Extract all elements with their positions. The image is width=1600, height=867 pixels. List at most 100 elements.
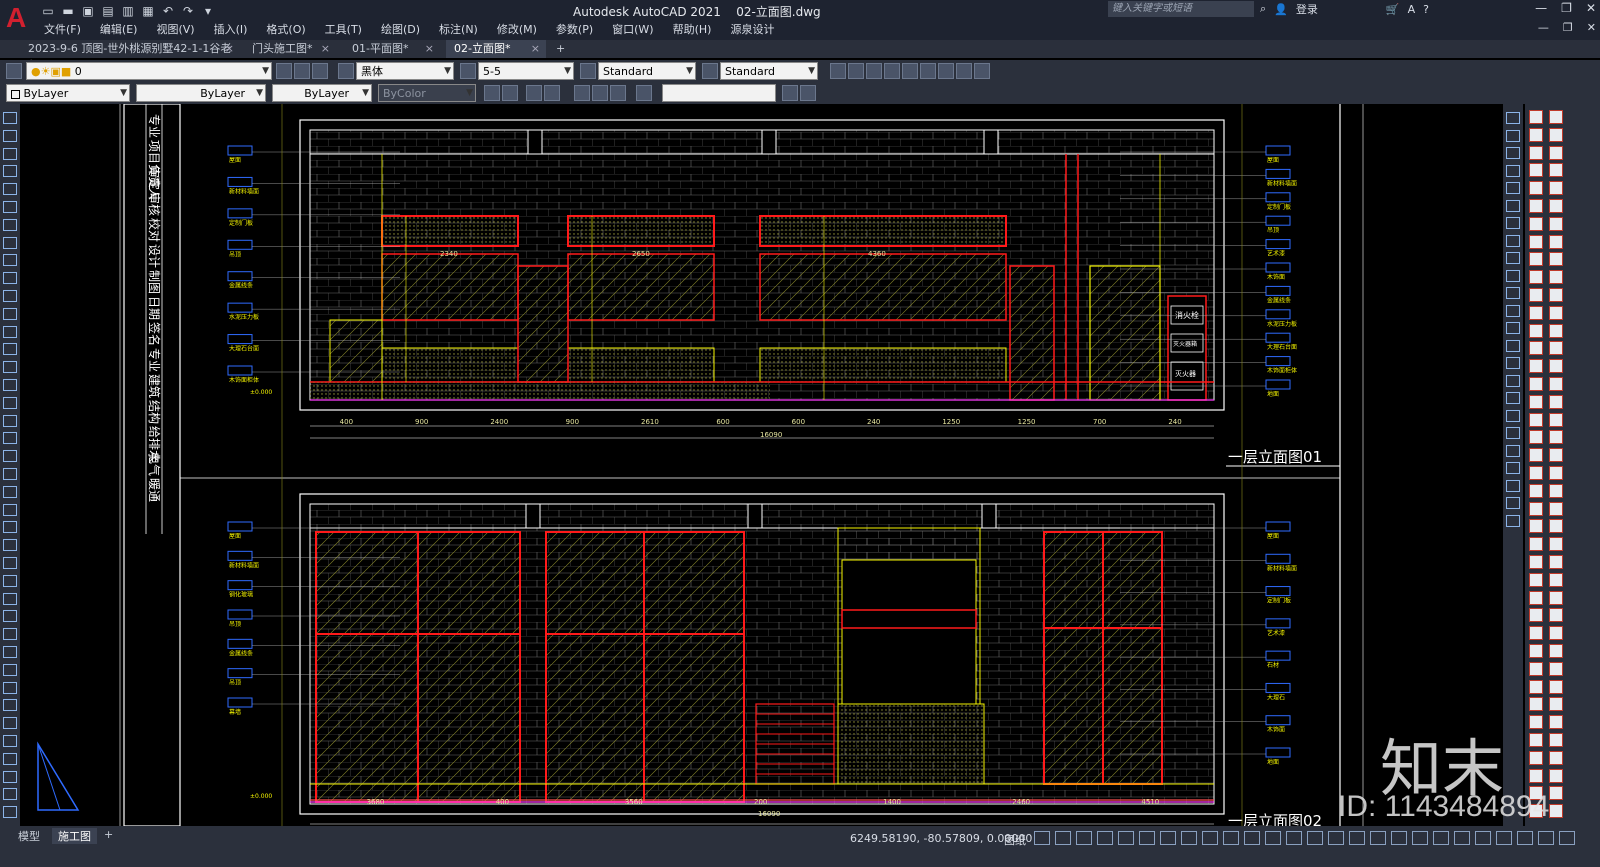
- plugin-tool-icon[interactable]: [1549, 341, 1563, 356]
- restore-icon[interactable]: ❐: [1561, 1, 1572, 15]
- text-tool-icon[interactable]: [866, 63, 882, 79]
- menu-dimension[interactable]: 标注(N): [439, 21, 488, 37]
- text-style-dropdown[interactable]: 黑体 ▼: [356, 62, 454, 80]
- draw-tool-icon[interactable]: [3, 450, 17, 463]
- dimension-tool-icon[interactable]: [1506, 252, 1520, 264]
- layout-tab[interactable]: 施工图: [52, 828, 97, 844]
- file-tab-active[interactable]: 02-立面图* ×: [446, 40, 546, 58]
- plugin-tool-icon[interactable]: [1549, 590, 1563, 605]
- multileader-style-dropdown[interactable]: Standard ▼: [720, 62, 818, 80]
- plugin-tool-icon[interactable]: [1529, 644, 1543, 658]
- plugin-tool-icon[interactable]: [1529, 661, 1543, 676]
- plugin-tool-icon[interactable]: [1549, 466, 1563, 480]
- autocad-logo[interactable]: A: [6, 3, 28, 33]
- plugin-tool-icon[interactable]: [1549, 804, 1563, 819]
- redo-icon[interactable]: ↷: [180, 3, 196, 19]
- dimension-tool-icon[interactable]: [1506, 164, 1520, 177]
- plugin-tool-icon[interactable]: [1549, 786, 1563, 801]
- status-toggle-icon[interactable]: [1055, 831, 1071, 845]
- draw-tool-icon[interactable]: [3, 272, 17, 285]
- plugin-tool-icon[interactable]: [1549, 608, 1563, 623]
- tab-close-icon[interactable]: ×: [225, 40, 234, 57]
- plugin-tool-icon[interactable]: [1549, 430, 1563, 445]
- dimension-tool-icon[interactable]: [1506, 374, 1520, 387]
- draw-tool-icon[interactable]: [3, 735, 17, 747]
- plugin-tool-icon[interactable]: [1549, 127, 1563, 142]
- draw-tool-icon[interactable]: [3, 379, 17, 391]
- plugin-tool-icon[interactable]: [1549, 394, 1563, 409]
- status-toggle-icon[interactable]: [1538, 831, 1554, 845]
- plugin-tool-icon[interactable]: [1529, 181, 1543, 196]
- plugin-tool-icon[interactable]: [1529, 608, 1543, 623]
- plugin-tool-icon[interactable]: [1549, 519, 1563, 534]
- draw-tool-icon[interactable]: [3, 806, 17, 819]
- plugin-tool-icon[interactable]: [1529, 127, 1543, 142]
- plugin-tool-icon[interactable]: [1529, 679, 1543, 694]
- layer-previous-icon[interactable]: [294, 63, 310, 79]
- status-toggle-icon[interactable]: [1223, 831, 1239, 845]
- tool-icon[interactable]: [800, 85, 816, 101]
- layer-dropdown[interactable]: ●☀▣■ 0 ▼: [26, 62, 272, 80]
- draw-tool-icon[interactable]: [3, 681, 17, 694]
- draw-tool-icon[interactable]: [3, 183, 17, 196]
- status-toggle-icon[interactable]: [1370, 831, 1386, 845]
- login-label[interactable]: 登录: [1296, 1, 1318, 17]
- open-file-icon[interactable]: ▬: [60, 3, 76, 19]
- menu-tools[interactable]: 工具(T): [325, 21, 372, 37]
- draw-tool-icon[interactable]: [3, 663, 17, 676]
- plugin-tool-icon[interactable]: [1529, 216, 1543, 231]
- plugin-tool-icon[interactable]: [1549, 199, 1563, 213]
- status-toggle-icon[interactable]: [1307, 831, 1323, 845]
- plugin-tool-icon[interactable]: [1529, 448, 1543, 463]
- search-input[interactable]: 键入关键字或短语: [1108, 1, 1254, 17]
- color-dropdown[interactable]: ByLayer ▼: [6, 84, 130, 102]
- plugin-tool-icon[interactable]: [1549, 644, 1563, 658]
- status-toggle-icon[interactable]: [1517, 831, 1533, 845]
- dimension-tool-icon[interactable]: [1506, 147, 1520, 159]
- status-toggle-icon[interactable]: [1433, 831, 1449, 845]
- dimension-tool-icon[interactable]: [1506, 497, 1520, 509]
- help-icon[interactable]: ?: [1423, 3, 1429, 16]
- dimension-tool-icon[interactable]: [1506, 129, 1520, 142]
- text-tool-icon[interactable]: [956, 63, 972, 79]
- plugin-tool-icon[interactable]: [1529, 715, 1543, 730]
- status-toggle-icon[interactable]: [1160, 831, 1176, 845]
- plugin-tool-icon[interactable]: [1529, 537, 1543, 552]
- tool-icon[interactable]: [484, 85, 500, 101]
- plugin-tool-icon[interactable]: [1529, 270, 1543, 285]
- file-tab[interactable]: 门头施工图* ×: [244, 40, 336, 58]
- plugin-tool-icon[interactable]: [1549, 270, 1563, 285]
- draw-tool-icon[interactable]: [3, 254, 17, 267]
- dimension-tool-icon[interactable]: [1506, 322, 1520, 334]
- dimension-tool-icon[interactable]: [1506, 304, 1520, 317]
- dimension-tool-icon[interactable]: [1506, 462, 1520, 474]
- doc-minimize-icon[interactable]: —: [1538, 21, 1549, 34]
- user-icon[interactable]: 👤: [1274, 3, 1288, 16]
- cart-icon[interactable]: 🛒: [1386, 3, 1400, 16]
- draw-tool-icon[interactable]: [3, 414, 17, 427]
- plugin-tool-icon[interactable]: [1549, 252, 1563, 267]
- status-toggle-icon[interactable]: [1349, 831, 1365, 845]
- plugin-tool-icon[interactable]: [1549, 412, 1563, 427]
- dimension-tool-icon[interactable]: [1506, 287, 1520, 299]
- plugin-tool-icon[interactable]: [1549, 359, 1563, 374]
- plugin-tool-icon[interactable]: [1529, 341, 1543, 356]
- plugin-tool-icon[interactable]: [1529, 199, 1543, 213]
- plot-icon[interactable]: ▦: [140, 3, 156, 19]
- menu-window[interactable]: 窗口(W): [612, 21, 663, 37]
- plugin-tool-icon[interactable]: [1529, 110, 1543, 124]
- plugin-tool-icon[interactable]: [1549, 145, 1563, 160]
- draw-tool-icon[interactable]: [3, 788, 17, 801]
- plugin-tool-icon[interactable]: [1529, 483, 1543, 498]
- layer-state-icon[interactable]: [312, 63, 328, 79]
- plugin-tool-icon[interactable]: [1529, 501, 1543, 516]
- status-toggle-icon[interactable]: [1181, 831, 1197, 845]
- draw-tool-icon[interactable]: [3, 557, 17, 569]
- plugin-tool-icon[interactable]: [1549, 501, 1563, 516]
- menu-help[interactable]: 帮助(H): [673, 21, 722, 37]
- tool-icon[interactable]: [636, 85, 652, 101]
- tool-icon[interactable]: [610, 85, 626, 101]
- draw-tool-icon[interactable]: [3, 343, 17, 356]
- plugin-tool-icon[interactable]: [1529, 626, 1543, 641]
- draw-tool-icon[interactable]: [3, 717, 17, 730]
